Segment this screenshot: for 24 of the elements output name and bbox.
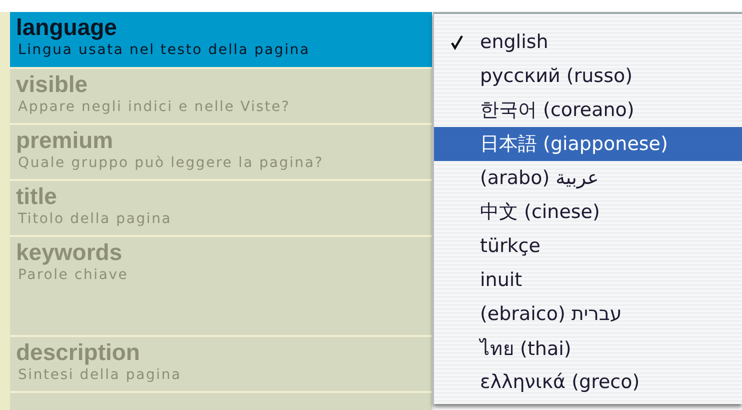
field-hint: Appare negli indici e nelle Viste? [18,98,290,117]
field-label: keywords [16,239,122,265]
menu-item[interactable]: inuit [434,263,742,297]
menu-item[interactable]: english [434,25,742,59]
field-label: visible [16,71,88,97]
field-hint: Parole chiave [18,266,128,285]
field-hint: Lingua usata nel testo della pagina [18,41,310,60]
field-label: title [16,183,57,209]
menu-item[interactable]: ไทย (thai) [434,331,742,365]
field-row[interactable]: language Lingua usata nel testo della pagina [10,12,432,67]
menu-item[interactable]: türkçe [434,229,742,263]
menu-item[interactable]: русский (russo) [434,59,742,93]
field-hint: Quale gruppo può leggere la pagina? [18,154,324,173]
field-label: language [16,14,117,40]
menu-item[interactable]: ελληνικά (greco) [434,365,742,399]
menu-item[interactable]: 한국어 (coreano) [434,93,742,127]
menu-item[interactable]: (arabo) عربية [434,161,742,195]
menu-item[interactable]: 日本語 (giapponese) [434,127,742,161]
menu-item[interactable]: (ebraico) עברית [434,297,742,331]
menu-item[interactable]: 中文 (cinese) [434,195,742,229]
field-label: premium [16,127,114,153]
field-hint: Sintesi della pagina [18,366,182,385]
field-hint: Titolo della pagina [18,210,172,229]
field-label: description [16,339,140,365]
